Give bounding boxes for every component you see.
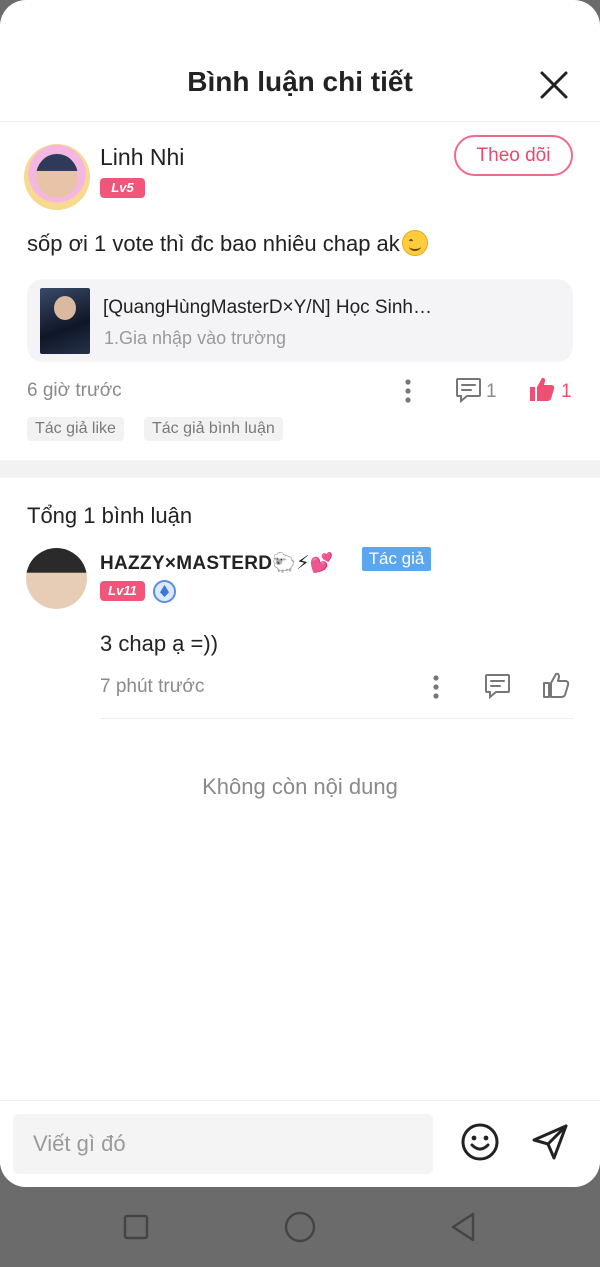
like-count: 1: [561, 381, 572, 402]
post-content-text: sốp ơi 1 vote thì đc bao nhiêu chap ak: [27, 231, 400, 256]
avatar[interactable]: [24, 144, 90, 210]
square-icon[interactable]: [116, 1207, 156, 1247]
page-title: Bình luận chi tiết: [187, 66, 413, 97]
comment-detail-sheet: Bình luận chi tiết Linh Nhi Lv5 Theo dõi…: [0, 0, 600, 1187]
smiley-icon[interactable]: [460, 1122, 500, 1162]
more-options-icon[interactable]: [405, 379, 411, 403]
avatar[interactable]: [26, 548, 87, 609]
level-badge: Lv11: [100, 581, 145, 601]
comment-count: 1: [486, 381, 497, 402]
like-filled-icon[interactable]: [528, 375, 556, 403]
more-options-icon[interactable]: [433, 675, 439, 699]
system-nav-bar: [0, 1187, 600, 1267]
post-time: 6 giờ trước: [27, 380, 122, 401]
end-of-list-label: Không còn nội dung: [202, 774, 398, 799]
author-badge: Tác giả: [362, 547, 431, 571]
tag-author-liked: Tác giả like: [27, 417, 124, 441]
post-content: sốp ơi 1 vote thì đc bao nhiêu chap ak: [27, 230, 428, 257]
story-title: [QuangHùngMasterD×Y/N] Học Sinh…: [103, 297, 432, 318]
post-author-name[interactable]: Linh Nhi: [100, 144, 184, 171]
comment-icon[interactable]: [455, 377, 482, 403]
circle-icon[interactable]: [280, 1207, 320, 1247]
composer-bar: [0, 1100, 600, 1187]
comment-time: 7 phút trước: [100, 676, 205, 697]
comment-input[interactable]: [13, 1114, 433, 1174]
tag-author-commented: Tác giả bình luận: [144, 417, 283, 441]
follow-button[interactable]: Theo dõi: [454, 135, 573, 176]
rank-diamond-icon: [153, 580, 176, 603]
level-badge: Lv5: [100, 178, 145, 198]
section-divider: [0, 460, 600, 478]
comment-divider: [100, 718, 573, 719]
comment-text: 3 chap ạ =)): [100, 631, 219, 656]
avatar-face: [36, 154, 78, 198]
send-icon[interactable]: [530, 1122, 570, 1162]
back-triangle-icon[interactable]: [443, 1207, 483, 1247]
comment-total: Tổng 1 bình luận: [27, 503, 193, 528]
like-outline-icon[interactable]: [542, 671, 571, 699]
reply-icon[interactable]: [484, 673, 511, 699]
story-card[interactable]: [QuangHùngMasterD×Y/N] Học Sinh… 1.Gia n…: [27, 279, 573, 362]
close-icon[interactable]: [537, 68, 571, 102]
story-cover-image: [40, 288, 90, 354]
story-chapter: 1.Gia nhập vào trường: [104, 328, 286, 348]
header: Bình luận chi tiết: [0, 0, 600, 122]
smiling-face-icon: [401, 230, 428, 256]
comment-author-name[interactable]: HAZZY×MASTERD🐑⚡💕: [100, 551, 334, 575]
